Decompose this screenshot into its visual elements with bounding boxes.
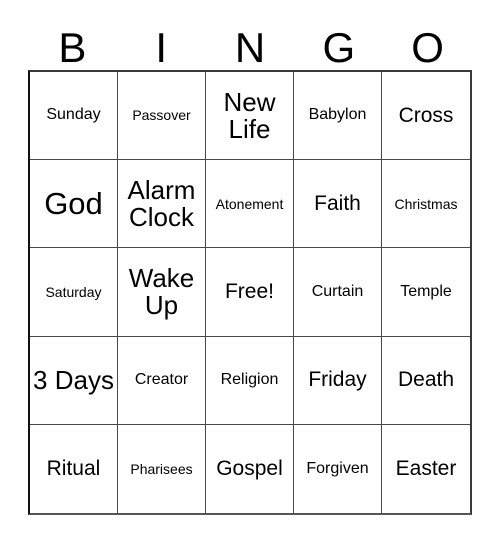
bingo-cell-label: Cross [398, 103, 454, 127]
bingo-cell-label: Alarm Clock [127, 174, 196, 232]
header-letter-g: G [322, 24, 356, 71]
bingo-cell-label: Atonement [215, 195, 284, 212]
bingo-cell[interactable]: Cross [382, 72, 470, 161]
bingo-cell-label: Curtain [311, 282, 364, 300]
bingo-cell[interactable]: Creator [118, 336, 206, 425]
bingo-cell-label: Faith [314, 191, 361, 215]
bingo-cell-label: Death [397, 368, 455, 392]
bingo-cell[interactable]: Alarm Clock [118, 160, 206, 249]
bingo-cell-label: God [44, 185, 103, 221]
bingo-cell-label: Gospel [216, 456, 283, 480]
bingo-cell[interactable]: Babylon [294, 72, 382, 161]
bingo-cell-label: Forgiven [306, 459, 369, 477]
bingo-cell-label: Pharisees [130, 460, 193, 477]
bingo-cell-label: Christmas [394, 195, 458, 212]
header-letter-b: B [58, 24, 87, 71]
bingo-cell[interactable]: Temple [382, 248, 470, 337]
bingo-cell-label: Babylon [308, 106, 367, 124]
bingo-cell-label: Wake Up [128, 262, 195, 320]
bingo-cell-label: Religion [220, 370, 279, 388]
bingo-cell-label: Sunday [46, 106, 101, 124]
bingo-cell-free[interactable]: Free! [206, 248, 294, 337]
bingo-cell[interactable]: Forgiven [294, 424, 382, 513]
bingo-cell-label: 3 Days [33, 364, 114, 395]
bingo-cell-label: Ritual [46, 456, 101, 480]
bingo-grid: Sunday Passover New Life Babylon Cross G… [28, 70, 472, 515]
bingo-cell-label: Saturday [45, 283, 102, 300]
header-letter-i: I [155, 24, 168, 71]
bingo-cell[interactable]: Wake Up [118, 248, 206, 337]
bingo-card: B I N G O Sunday Passover New Life Babyl… [0, 0, 500, 544]
bingo-cell[interactable]: Passover [118, 72, 206, 161]
bingo-cell[interactable]: Sunday [30, 72, 118, 161]
bingo-cell[interactable]: Easter [382, 424, 470, 513]
bingo-cell[interactable]: Friday [294, 336, 382, 425]
bingo-cell-label: Temple [400, 282, 452, 300]
bingo-cell-label: Passover [132, 107, 191, 124]
bingo-cell[interactable]: Death [382, 336, 470, 425]
header-letter-n: N [234, 24, 266, 71]
bingo-cell[interactable]: Atonement [206, 160, 294, 249]
bingo-cell[interactable]: Gospel [206, 424, 294, 513]
bingo-cell[interactable]: Religion [206, 336, 294, 425]
bingo-cell-label: Creator [134, 370, 189, 388]
bingo-cell[interactable]: 3 Days [30, 336, 118, 425]
bingo-cell[interactable]: Faith [294, 160, 382, 249]
bingo-header: B I N G O [28, 16, 472, 70]
bingo-cell-label: New Life [223, 86, 276, 144]
header-letter-o: O [411, 24, 444, 71]
bingo-cell[interactable]: Ritual [30, 424, 118, 513]
bingo-cell[interactable]: Curtain [294, 248, 382, 337]
bingo-cell-label: Friday [308, 368, 367, 392]
bingo-cell-label: Free! [224, 280, 274, 304]
bingo-cell[interactable]: Pharisees [118, 424, 206, 513]
bingo-cell[interactable]: Saturday [30, 248, 118, 337]
bingo-cell[interactable]: New Life [206, 72, 294, 161]
bingo-cell[interactable]: Christmas [382, 160, 470, 249]
bingo-cell-label: Easter [395, 456, 457, 480]
bingo-cell[interactable]: God [30, 160, 118, 249]
